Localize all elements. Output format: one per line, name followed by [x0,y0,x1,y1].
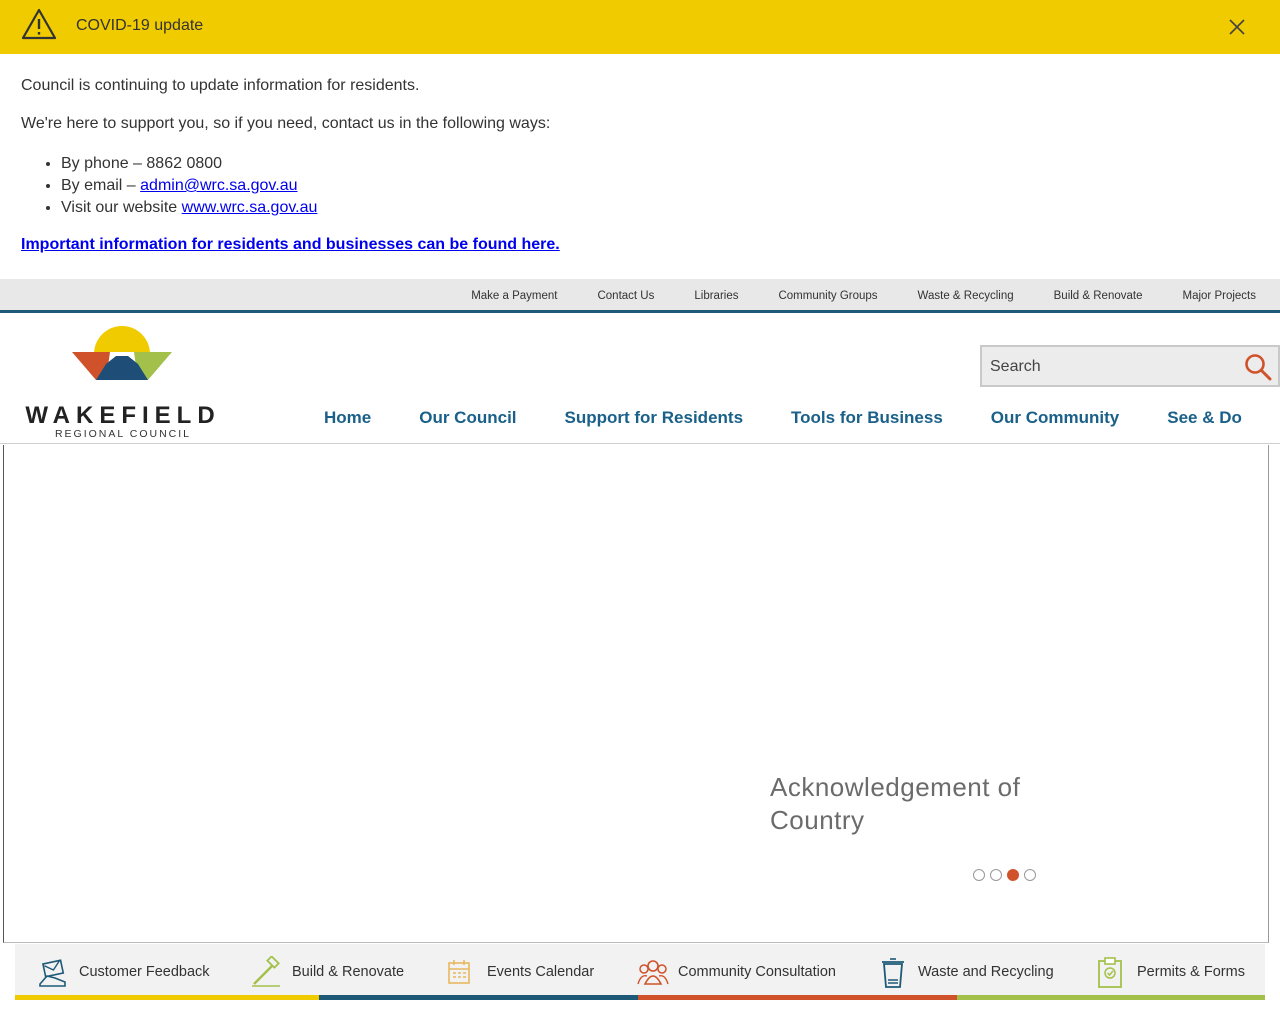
quick-link-community-consultation[interactable]: Community Consultation [15,944,1265,1000]
hero-title: Acknowledgement of Country [770,772,1021,835]
hero-slider: Acknowledgement of Country [3,445,1269,943]
quick-link-label: Waste and Recycling [918,964,1054,980]
quick-link-label: Permits & Forms [1137,964,1245,980]
covid-alert-bar: COVID-19 update [0,0,1280,54]
utility-link-major-projects[interactable]: Major Projects [1163,290,1277,302]
alert-paragraph: Council is continuing to update informat… [21,77,420,94]
website-link[interactable]: www.wrc.sa.gov.au [182,199,318,216]
accent-bar-green [957,995,1265,1000]
logo-subline: REGIONAL COUNCIL [54,428,192,440]
phone-text: By phone – 8862 0800 [61,155,223,172]
logo-wordmark: WAKEFIELD [25,402,221,429]
utility-link-libraries[interactable]: Libraries [674,290,758,302]
hammer-icon [250,955,282,988]
search-input[interactable] [990,355,1230,379]
important-info-link[interactable]: Important information for residents and … [21,236,560,254]
utility-nav: Make a Payment Contact Us Libraries Communi… [0,279,1280,313]
nav-item-tools-for-business[interactable]: Tools for Business [767,408,967,432]
alert-title: COVID-19 update [76,17,204,34]
site-header: WAKEFIELD REGIONAL COUNCIL HomeOur Counc… [0,316,1280,444]
people-group-icon [637,956,669,988]
quick-link-label: Community Consultation [678,964,836,980]
nav-item-support-for-residents[interactable]: Support for Residents [541,408,768,432]
bin-icon [877,956,909,988]
nav-item-our-council[interactable]: Our Council [395,408,540,432]
calendar-icon [443,956,475,988]
nav-item-home[interactable]: Home [300,408,395,432]
warning-icon [21,8,57,40]
accent-bar-navy [319,995,638,1000]
utility-nav-list: Make a Payment Contact Us Libraries Communi… [451,279,1276,313]
quick-link-build-and-renovate[interactable]: Build & Renovate [15,944,1265,1000]
quick-link-label: Events Calendar [487,964,595,980]
main-nav: Home Our Council Support for Residents Tool… [300,408,1266,432]
utility-link-waste-and-recycling[interactable]: Waste & Recycling [898,290,1034,302]
quick-link-permits-and-forms[interactable]: Permits & Forms [15,944,1265,1000]
quick-link-label: Build & Renovate [292,964,405,980]
quick-link-events-calendar[interactable]: Events Calendar [15,944,1265,1000]
nav-item-our-community[interactable]: Our Community [967,408,1143,432]
email-prefix: By email – [61,177,141,194]
slide-dot-1[interactable] [973,869,985,881]
alert-paragraph: We're here to support you, so if you nee… [21,115,551,132]
contact-website: Visit our website www.wrc.sa.gov.au [61,197,317,219]
slide-dot-4[interactable] [1024,869,1036,881]
quick-links: Customer Feedback Build & Renovate Events … [15,944,1265,1000]
logo[interactable]: WAKEFIELD REGIONAL COUNCIL [14,324,232,440]
slide-dot-3[interactable] [1007,869,1019,881]
website-prefix: Visit our website [61,199,182,216]
logo-emblem-icon [70,326,174,384]
utility-link-contact-us[interactable]: Contact Us [577,290,674,302]
slide-dot-2[interactable] [990,869,1002,881]
quick-link-waste-and-recycling[interactable]: Waste and Recycling [15,944,1265,1000]
search-box [980,345,1280,387]
utility-link-build-and-renovate[interactable]: Build & Renovate [1034,290,1163,302]
contact-list: By phone – 8862 0800 By email – admin@wr… [61,153,317,219]
quick-link-label: Customer Feedback [79,964,210,980]
nav-item-see-and-do[interactable]: See & Do [1143,408,1266,432]
close-icon[interactable] [1228,18,1246,36]
utility-link-make-a-payment[interactable]: Make a Payment [451,290,577,302]
slider-dots [973,869,1041,881]
clipboard-check-icon [1094,956,1126,988]
contact-email: By email – admin@wrc.sa.gov.au [61,175,317,197]
email-link[interactable]: admin@wrc.sa.gov.au [140,177,297,194]
search-icon[interactable] [1244,353,1272,381]
accent-bar-yellow [15,995,319,1000]
envelope-hand-icon [37,956,69,988]
quick-link-customer-feedback[interactable]: Customer Feedback [15,944,1265,1000]
contact-phone: By phone – 8862 0800 [61,153,317,175]
utility-link-community-groups[interactable]: Community Groups [758,290,897,302]
accent-bar-orange [638,995,957,1000]
